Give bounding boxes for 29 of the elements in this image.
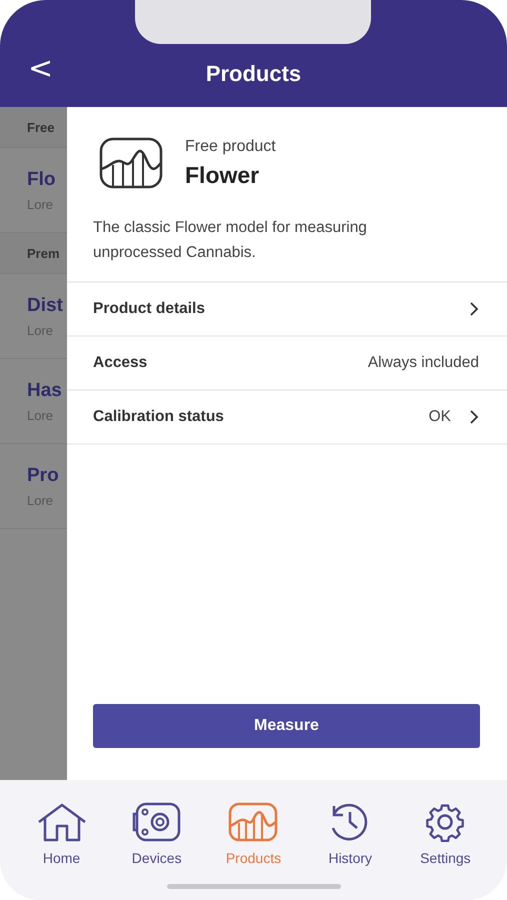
product-description: The classic Flower model for measuring unprocessed Cannabis. [93,218,368,263]
back-button[interactable]: < [24,51,58,86]
measure-button[interactable]: Measure [93,704,480,748]
product-title: Has [27,380,63,402]
tab[interactable]: Devices [130,802,183,866]
section-header: Free [27,120,54,134]
row-label: Access [93,354,148,372]
product-title: Pro [27,464,60,486]
product-title: Dist [27,294,64,316]
section-header: Prem [27,246,60,260]
screen-title: Products [206,61,302,87]
tab[interactable]: Home [36,802,88,866]
tab[interactable]: Settings [419,802,472,866]
product-name: Flower [185,162,260,188]
tab[interactable]: History [324,802,376,866]
product-category: Free product [185,138,276,156]
device-icon [130,802,183,842]
home-icon [36,802,88,842]
detail-row[interactable]: Product details [67,283,507,337]
row-value: Always included [368,354,479,372]
product-title: Flo [27,168,56,190]
row-label: Calibration status [93,408,225,426]
chart-icon [99,137,163,189]
row-label: Product details [93,300,206,318]
row-value: OK [428,408,451,426]
detail-row[interactable]: Calibration status OK [67,391,507,445]
chevron-icon [469,301,479,317]
chevron-icon [469,409,479,425]
chart-icon [227,802,280,842]
